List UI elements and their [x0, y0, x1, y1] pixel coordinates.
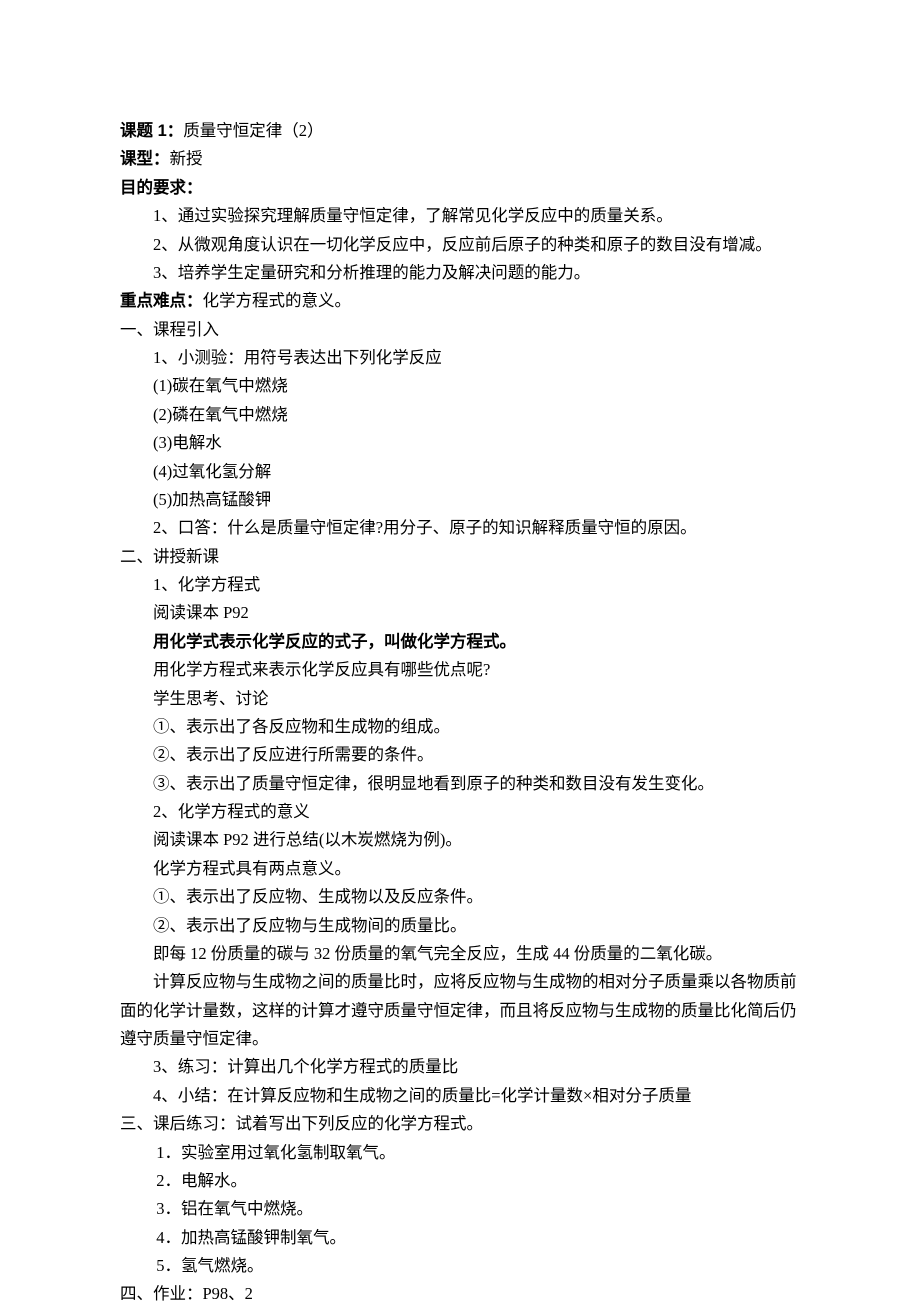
s2-p4: 4、小结：在计算反应物和生成物之间的质量比=化学计量数×相对分子质量 — [120, 1082, 800, 1110]
advantage-item: ③、表示出了质量守恒定律，很明显地看到原子的种类和数目没有发生变化。 — [120, 770, 800, 798]
s2-p1-read: 阅读课本 P92 — [120, 599, 800, 627]
title-line: 课题 1：质量守恒定律（2） — [120, 117, 800, 145]
s2-p2-intro: 化学方程式具有两点意义。 — [120, 855, 800, 883]
s2-p3: 3、练习：计算出几个化学方程式的质量比 — [120, 1053, 800, 1081]
req-label: 目的要求： — [120, 174, 800, 202]
section4-title: 四、作业：P98、2 — [120, 1280, 800, 1308]
req-item: 1、通过实验探究理解质量守恒定律，了解常见化学反应中的质量关系。 — [120, 202, 800, 230]
s2-p1-def: 用化学式表示化学反应的式子，叫做化学方程式。 — [120, 628, 800, 656]
meaning-item: ①、表示出了反应物、生成物以及反应条件。 — [120, 883, 800, 911]
quiz-title: 1、小测验：用符号表达出下列化学反应 — [120, 344, 800, 372]
exercise-item: 1．实验室用过氧化氢制取氧气。 — [120, 1139, 800, 1167]
section3-title: 三、课后练习：试着写出下列反应的化学方程式。 — [120, 1110, 800, 1138]
type-label: 课型： — [120, 150, 170, 168]
meaning-item: ②、表示出了反应物与生成物间的质量比。 — [120, 912, 800, 940]
kd-line: 重点难点：化学方程式的意义。 — [120, 287, 800, 315]
title-value: 质量守恒定律（2） — [183, 121, 323, 140]
title-label: 课题 1： — [120, 122, 183, 140]
section2-title: 二、讲授新课 — [120, 543, 800, 571]
kd-label: 重点难点： — [120, 292, 203, 310]
s2-p1: 1、化学方程式 — [120, 571, 800, 599]
s2-p2-ex: 即每 12 份质量的碳与 32 份质量的氧气完全反应，生成 44 份质量的二氧化… — [120, 940, 800, 968]
quiz-item: (3)电解水 — [120, 429, 800, 457]
exercise-item: 2．电解水。 — [120, 1167, 800, 1195]
quiz-item: (4)过氧化氢分解 — [120, 458, 800, 486]
req-item: 2、从微观角度认识在一切化学反应中，反应前后原子的种类和原子的数目没有增减。 — [120, 231, 800, 259]
type-value: 新授 — [170, 149, 203, 168]
exercise-item: 4．加热高锰酸钾制氧气。 — [120, 1224, 800, 1252]
oral-question: 2、口答：什么是质量守恒定律?用分子、原子的知识解释质量守恒的原因。 — [120, 514, 800, 542]
s2-p1-q: 用化学方程式来表示化学反应具有哪些优点呢? — [120, 656, 800, 684]
s2-p2-read: 阅读课本 P92 进行总结(以木炭燃烧为例)。 — [120, 826, 800, 854]
s2-p2-calc: 计算反应物与生成物之间的质量比时，应将反应物与生成物的相对分子质量乘以各物质前面… — [120, 968, 800, 1053]
req-item: 3、培养学生定量研究和分析推理的能力及解决问题的能力。 — [120, 259, 800, 287]
advantage-item: ①、表示出了各反应物和生成物的组成。 — [120, 713, 800, 741]
quiz-item: (5)加热高锰酸钾 — [120, 486, 800, 514]
quiz-item: (1)碳在氧气中燃烧 — [120, 372, 800, 400]
exercise-item: 5．氢气燃烧。 — [120, 1252, 800, 1280]
quiz-item: (2)磷在氧气中燃烧 — [120, 401, 800, 429]
advantage-item: ②、表示出了反应进行所需要的条件。 — [120, 741, 800, 769]
s2-p1-think: 学生思考、讨论 — [120, 685, 800, 713]
type-line: 课型：新授 — [120, 145, 800, 173]
s2-p2: 2、化学方程式的意义 — [120, 798, 800, 826]
kd-value: 化学方程式的意义。 — [203, 291, 352, 310]
section1-title: 一、课程引入 — [120, 316, 800, 344]
exercise-item: 3．铝在氧气中燃烧。 — [120, 1195, 800, 1223]
